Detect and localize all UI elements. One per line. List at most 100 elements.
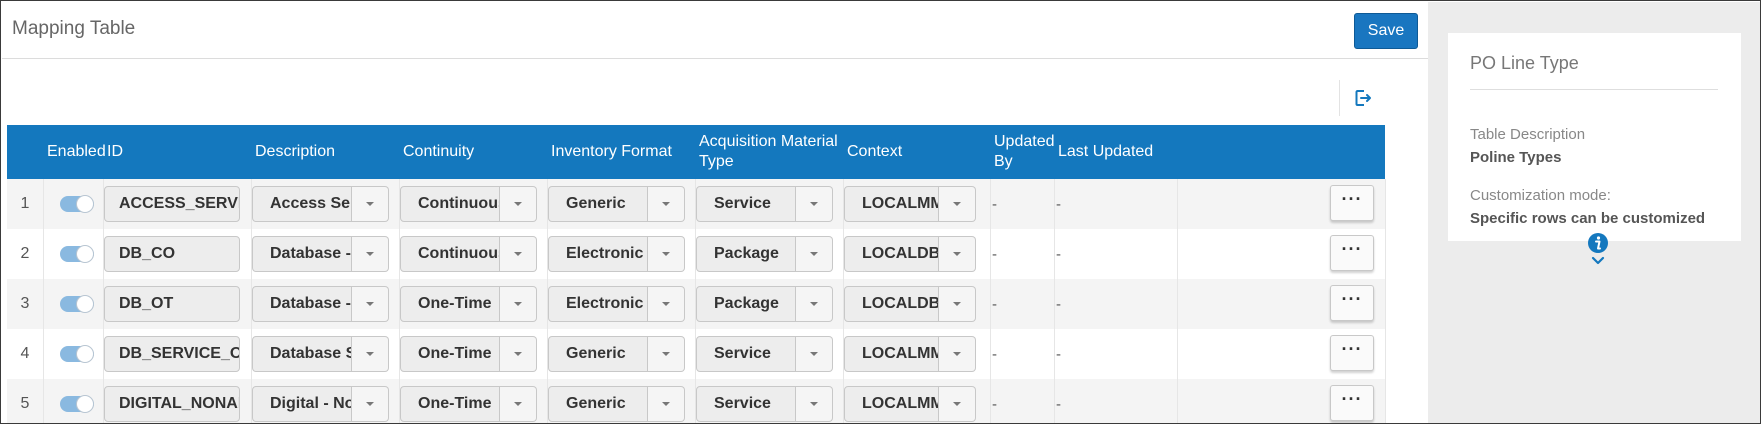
description-dropdown-button[interactable] [352,236,389,272]
description-select[interactable]: Database - [252,286,389,322]
col-header-context[interactable]: Context [847,125,902,179]
chevron-down-icon [514,202,522,206]
chevron-down-icon [662,202,670,206]
inventory-format-select[interactable]: Generic [548,186,685,222]
id-field[interactable]: DB_CO [104,236,240,272]
description-value: Database - [252,236,352,272]
col-header-continuity[interactable]: Continuity [403,125,474,179]
col-header-enabled[interactable]: Enabled [47,125,106,179]
last-updated-value: - [1056,395,1061,413]
continuity-dropdown-button[interactable] [500,186,537,222]
context-select[interactable]: LOCALDB,L [844,286,976,322]
row-number: 3 [20,295,30,312]
enabled-toggle[interactable] [60,195,94,213]
continuity-select[interactable]: Continuous [400,236,537,272]
row-actions-button[interactable]: ··· [1330,285,1374,321]
cell-separator [990,179,991,229]
description-select[interactable]: Database S [252,336,389,372]
last-updated-value: - [1056,295,1061,313]
context-dropdown-button[interactable] [939,186,976,222]
enabled-toggle[interactable] [60,395,94,413]
continuity-dropdown-button[interactable] [500,286,537,322]
acquisition-material-type-select[interactable]: Service [696,386,833,422]
id-field[interactable]: DB_OT [104,286,240,322]
description-select[interactable]: Database - [252,236,389,272]
inventory-format-dropdown-button[interactable] [648,236,685,272]
inventory-format-select[interactable]: Electronic [548,236,685,272]
acquisition-material-type-dropdown-button[interactable] [796,236,833,272]
enabled-toggle[interactable] [60,345,94,363]
inventory-format-dropdown-button[interactable] [648,386,685,422]
chevron-down-icon [514,352,522,356]
cell-separator [43,329,44,379]
app-frame: Mapping Table Save Enabled ID Descriptio… [0,0,1761,424]
context-select[interactable]: LOCALMMS [844,386,976,422]
cell-separator [1385,279,1386,329]
description-select[interactable]: Digital - No [252,386,389,422]
acquisition-material-type-select[interactable]: Service [696,336,833,372]
description-select[interactable]: Access Ser [252,186,389,222]
inventory-format-select[interactable]: Electronic [548,286,685,322]
description-dropdown-button[interactable] [352,386,389,422]
continuity-dropdown-button[interactable] [500,386,537,422]
description-dropdown-button[interactable] [352,286,389,322]
id-field[interactable]: DIGITAL_NONARC [104,386,240,422]
col-header-updated-by[interactable]: Updated By [994,125,1055,179]
continuity-dropdown-button[interactable] [500,336,537,372]
description-dropdown-button[interactable] [352,186,389,222]
row-actions-button[interactable]: ··· [1330,235,1374,271]
description-dropdown-button[interactable] [352,336,389,372]
acquisition-material-type-select[interactable]: Service [696,186,833,222]
row-actions-button[interactable]: ··· [1330,185,1374,221]
col-header-inventory-format[interactable]: Inventory Format [551,125,672,179]
row-actions-button[interactable]: ··· [1330,335,1374,371]
context-dropdown-button[interactable] [939,286,976,322]
continuity-select[interactable]: One-Time [400,386,537,422]
col-header-id[interactable]: ID [107,125,123,179]
export-button[interactable] [1339,80,1385,116]
chevron-down-icon [366,352,374,356]
enabled-toggle[interactable] [60,245,94,263]
col-header-acquisition-material-type[interactable]: Acquisition Material Type [699,125,838,179]
context-dropdown-button[interactable] [939,236,976,272]
inventory-format-select[interactable]: Generic [548,386,685,422]
acquisition-material-type-select[interactable]: Package [696,236,833,272]
context-dropdown-button[interactable] [939,386,976,422]
info-toggle[interactable] [1587,232,1609,273]
row-number: 4 [20,345,30,362]
context-select[interactable]: LOCALMMS [844,336,976,372]
context-select[interactable]: LOCALDB,L [844,236,976,272]
id-field[interactable]: ACCESS_SERVICE [104,186,240,222]
acquisition-material-type-dropdown-button[interactable] [796,286,833,322]
cell-separator [1177,379,1178,423]
inventory-format-dropdown-button[interactable] [648,286,685,322]
row-actions-button[interactable]: ··· [1330,385,1374,421]
enabled-toggle[interactable] [60,295,94,313]
continuity-dropdown-button[interactable] [500,236,537,272]
cell-separator [1054,379,1055,423]
acquisition-material-type-value: Service [696,336,796,372]
continuity-select[interactable]: Continuous [400,186,537,222]
col-header-description[interactable]: Description [255,125,335,179]
page-header: Mapping Table Save [2,2,1428,59]
context-dropdown-button[interactable] [939,336,976,372]
acquisition-material-type-dropdown-button[interactable] [796,336,833,372]
side-panel: PO Line Type Table Description Poline Ty… [1428,2,1760,423]
context-select[interactable]: LOCALMMS [844,186,976,222]
table-row: 3 DB_OT Database - One-Time Electronic Packag… [7,279,1386,329]
save-button[interactable]: Save [1354,13,1418,49]
inventory-format-select[interactable]: Generic [548,336,685,372]
acquisition-material-type-dropdown-button[interactable] [796,386,833,422]
inventory-format-dropdown-button[interactable] [648,186,685,222]
acquisition-material-type-select[interactable]: Package [696,286,833,322]
card-divider [1470,89,1718,90]
col-header-last-updated[interactable]: Last Updated [1058,125,1153,179]
continuity-select[interactable]: One-Time [400,286,537,322]
context-value: LOCALDB,L [844,286,939,322]
inventory-format-value: Generic [548,386,648,422]
id-field[interactable]: DB_SERVICE_OT [104,336,240,372]
acquisition-material-type-dropdown-button[interactable] [796,186,833,222]
inventory-format-dropdown-button[interactable] [648,336,685,372]
export-icon [1355,90,1371,106]
continuity-select[interactable]: One-Time [400,336,537,372]
